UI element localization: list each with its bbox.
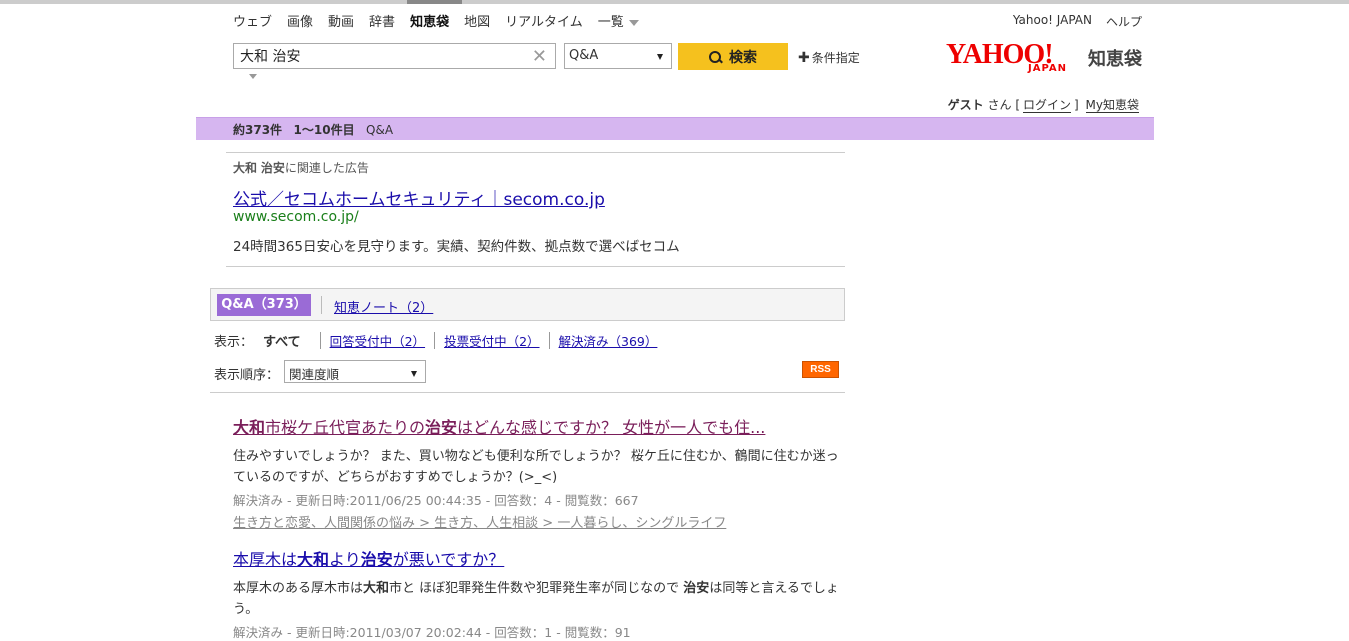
sort-select-value: 関連度順 bbox=[289, 367, 340, 382]
search-box: ✕ bbox=[233, 43, 556, 69]
filter-resolved[interactable]: 解決済み（369） bbox=[559, 331, 658, 350]
conditions-label: 条件指定 bbox=[811, 51, 860, 65]
title-keyword: 大和 bbox=[297, 550, 330, 569]
logo-service: 知恵袋 bbox=[1088, 49, 1142, 70]
snippet-keyword: 大和 bbox=[363, 581, 390, 596]
filter-label: 表示： bbox=[214, 335, 254, 350]
snippet-text: 本厚木のある厚木市は bbox=[233, 581, 364, 596]
dropdown-arrow-icon bbox=[657, 54, 663, 60]
nav-chiebukuro[interactable]: 知恵袋 bbox=[410, 11, 449, 30]
ad-description: 24時間365日安心を見守ります。実績、契約件数、拠点数で選べばセコム bbox=[233, 239, 680, 255]
yahoo-japan-link[interactable]: Yahoo! JAPAN bbox=[1013, 13, 1092, 30]
search-button-label: 検索 bbox=[729, 49, 757, 66]
yahoo-chiebukuro-logo[interactable]: YAHOO! JAPAN 知恵袋 bbox=[946, 41, 1146, 79]
result-tabs: Q&A（373） 知恵ノート（2） bbox=[210, 288, 845, 321]
sort-select[interactable]: 関連度順 bbox=[284, 360, 426, 383]
search-button[interactable]: 検索 bbox=[678, 43, 788, 70]
conditions-link[interactable]: ✚ 条件指定 bbox=[798, 49, 860, 66]
ad-title-link[interactable]: 公式／セコムホームセキュリティ｜secom.co.jp bbox=[233, 185, 605, 210]
tab-chie-note[interactable]: 知恵ノート（2） bbox=[334, 297, 433, 316]
my-chiebukuro-link[interactable]: My知恵袋 bbox=[1085, 98, 1139, 113]
result-item: 本厚木は大和より治安が悪いですか？ 本厚木のある厚木市は大和市と ほぼ犯罪発生件… bbox=[233, 546, 845, 641]
dropdown-arrow-icon bbox=[411, 371, 417, 377]
result-snippet: 本厚木のある厚木市は大和市と ほぼ犯罪発生件数や犯罪発生率が同じなので 治安は同… bbox=[233, 578, 845, 620]
chevron-down-icon bbox=[628, 19, 639, 26]
nav-dictionary[interactable]: 辞書 bbox=[369, 11, 395, 30]
result-summary-bar: 約373件 1〜10件目 Q&A bbox=[196, 117, 1154, 140]
filter-divider bbox=[434, 332, 436, 349]
category-select-value: Q&A bbox=[569, 48, 599, 63]
title-text: 市桜ケ丘代官あたりの bbox=[265, 418, 426, 437]
filter-divider bbox=[548, 332, 550, 349]
user-name: ゲスト bbox=[947, 98, 984, 112]
service-nav: ウェブ 画像 動画 辞書 知恵袋 地図 リアルタイム 一覧 bbox=[233, 11, 654, 30]
result-snippet: 住みやすいでしょうか？ また、買い物なども便利な所でしょうか？ 桜ケ丘に住むか、… bbox=[233, 449, 839, 485]
result-range: 1〜10件目 bbox=[293, 123, 355, 137]
title-keyword: 治安 bbox=[360, 550, 393, 569]
filter-divider bbox=[319, 332, 321, 349]
result-meta: 解決済み - 更新日時:2011/03/07 20:02:44 - 回答数：1 … bbox=[233, 625, 631, 640]
filter-all-current: すべて bbox=[263, 335, 301, 350]
nav-video[interactable]: 動画 bbox=[328, 11, 354, 30]
logo-japan: JAPAN bbox=[1028, 63, 1067, 74]
category-select[interactable]: Q&A bbox=[564, 43, 672, 69]
result-title-link[interactable]: 本厚木は大和より治安が悪いですか？ bbox=[233, 546, 845, 570]
nav-images[interactable]: 画像 bbox=[287, 11, 313, 30]
user-status: ゲスト さん [ログイン] My知恵袋 bbox=[947, 98, 1139, 113]
ad-url[interactable]: www.secom.co.jp/ bbox=[233, 209, 359, 225]
tab-qa[interactable]: Q&A（373） bbox=[217, 294, 311, 316]
result-title-link[interactable]: 大和市桜ケ丘代官あたりの治安はどんな感じですか？ 女性が一人でも住... bbox=[233, 414, 845, 438]
result-category-link[interactable]: 生き方と恋愛、人間関係の悩み > 生き方、人生相談 > 一人暮らし、シングルライ… bbox=[233, 512, 845, 531]
close-icon[interactable]: ✕ bbox=[532, 46, 547, 67]
status-filters: 表示： すべて 回答受付中（2） 投票受付中（2） 解決済み（369） bbox=[214, 331, 657, 350]
help-link[interactable]: ヘルプ bbox=[1106, 13, 1142, 30]
nav-list-label: 一覧 bbox=[597, 15, 624, 30]
sponsored-ad: 大和 治安に関連した広告 公式／セコムホームセキュリティ｜secom.co.jp… bbox=[226, 152, 845, 267]
ad-heading: 大和 治安に関連した広告 bbox=[233, 159, 369, 176]
snippet-keyword: 治安 bbox=[683, 581, 710, 596]
result-meta: 解決済み - 更新日時:2011/06/25 00:44:35 - 回答数：4 … bbox=[233, 493, 639, 508]
title-text: 本厚木は bbox=[233, 550, 298, 569]
tab-divider bbox=[321, 296, 322, 314]
sort-label: 表示順序： bbox=[214, 368, 280, 383]
title-keyword: 大和 bbox=[233, 418, 266, 437]
filter-accepting-answers[interactable]: 回答受付中（2） bbox=[330, 331, 425, 350]
top-accent-bar bbox=[0, 0, 1349, 4]
login-link[interactable]: ログイン bbox=[1023, 98, 1072, 113]
snippet-text: 市と ほぼ犯罪発生件数や犯罪発生率が同じなので bbox=[389, 581, 684, 596]
nav-map[interactable]: 地図 bbox=[464, 11, 490, 30]
result-count: 約373件 bbox=[233, 123, 283, 137]
title-keyword: 治安 bbox=[425, 418, 458, 437]
top-accent-active bbox=[407, 0, 462, 4]
ad-heading-text: に関連した広告 bbox=[284, 161, 369, 175]
user-suffix: さん bbox=[987, 98, 1012, 112]
ad-keyword-1: 大和 bbox=[233, 161, 258, 175]
top-links: Yahoo! JAPAN ヘルプ bbox=[1013, 13, 1142, 30]
nav-web[interactable]: ウェブ bbox=[233, 11, 272, 30]
title-text: より bbox=[329, 550, 361, 569]
result-type: Q&A bbox=[366, 123, 394, 137]
result-item: 大和市桜ケ丘代官あたりの治安はどんな感じですか？ 女性が一人でも住... 住みや… bbox=[233, 414, 845, 531]
search-icon bbox=[709, 50, 723, 63]
search-input[interactable] bbox=[234, 44, 536, 68]
ad-keyword-2: 治安 bbox=[260, 161, 285, 175]
rss-button[interactable]: RSS bbox=[802, 361, 839, 378]
nav-list[interactable]: 一覧 bbox=[598, 11, 639, 30]
title-text: が悪いですか？ bbox=[392, 550, 505, 569]
title-text: はどんな感じですか？ 女性が一人でも住... bbox=[457, 418, 766, 437]
search-suggest-arrow-icon[interactable] bbox=[249, 74, 257, 79]
list-divider bbox=[210, 392, 845, 393]
filter-voting[interactable]: 投票受付中（2） bbox=[444, 331, 539, 350]
nav-realtime[interactable]: リアルタイム bbox=[505, 11, 583, 30]
plus-icon: ✚ bbox=[798, 50, 810, 66]
